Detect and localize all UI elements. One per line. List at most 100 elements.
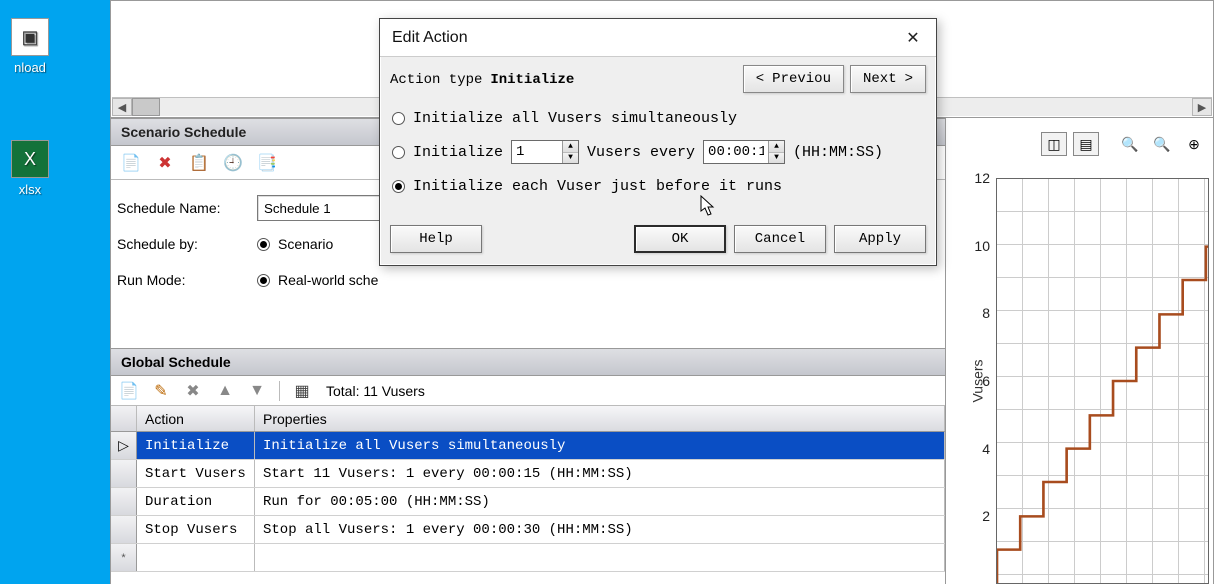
global-toolbar: 📄 ✎ ✖ ▲ ▼ ▦ Total: 11 Vusers [111, 376, 945, 406]
edit-action-dialog: Edit Action ✕ Action type Initialize < P… [379, 18, 937, 266]
edit-icon[interactable]: 📋 [185, 149, 213, 177]
desktop-icon-label: nload [0, 60, 60, 75]
next-label: Next [863, 71, 897, 87]
radio-label: Real-world sche [278, 272, 378, 288]
action-type-label: Action type [390, 72, 482, 88]
table-row[interactable]: Duration Run for 00:05:00 (HH:MM:SS) [111, 488, 945, 516]
chart-plot[interactable] [996, 178, 1209, 584]
apply-button[interactable]: Apply [834, 225, 926, 253]
vuser-count-input[interactable] [512, 141, 562, 163]
interval-time-input[interactable] [704, 141, 768, 163]
chart-type-icon[interactable]: ◫ [1041, 132, 1067, 156]
close-button[interactable]: ✕ [898, 25, 928, 51]
properties-cell: Run for 00:05:00 (HH:MM:SS) [255, 488, 945, 515]
spin-up-icon[interactable]: ▲ [769, 141, 784, 153]
edit-action-icon[interactable]: ✎ [147, 377, 175, 405]
desktop-icon-label: xlsx [0, 182, 60, 197]
spin-down-icon[interactable]: ▼ [563, 153, 578, 164]
chart-toolbar: ◫ ▤ 🔍 🔍 ⊕ [1041, 132, 1207, 156]
chart-y-tick: 4 [964, 441, 994, 457]
cancel-button[interactable]: Cancel [734, 225, 826, 253]
row-marker [111, 516, 137, 543]
file-icon: ▣ [11, 18, 49, 56]
copy-icon[interactable]: 📑 [253, 149, 281, 177]
move-up-icon[interactable]: ▲ [211, 377, 239, 405]
toolbar-separator [279, 381, 280, 401]
action-cell: Initialize [137, 432, 255, 459]
interval-time-stepper[interactable]: ▲ ▼ [703, 140, 785, 164]
properties-cell: Stop all Vusers: 1 every 00:00:30 (HH:MM… [255, 516, 945, 543]
chart-legend-icon[interactable]: ▤ [1073, 132, 1099, 156]
main-window: ◀ ▶ Scenario Schedule 📄 ✖ 📋 🕘 📑 Schedule… [110, 0, 1214, 584]
radio-unselected-icon [392, 146, 405, 159]
add-action-icon[interactable]: 📄 [115, 377, 143, 405]
action-column-header[interactable]: Action [137, 406, 255, 431]
delete-icon[interactable]: ✖ [151, 149, 179, 177]
option-init-count-mid: Vusers every [587, 144, 695, 161]
action-type-value: Initialize [490, 72, 574, 88]
radio-label: Scenario [278, 236, 333, 252]
previous-button[interactable]: < Previou [743, 65, 844, 93]
new-row-marker: * [111, 544, 137, 571]
spin-up-icon[interactable]: ▲ [563, 141, 578, 153]
chart-y-tick: 6 [964, 373, 994, 389]
apply-label: Apply [859, 231, 901, 247]
chevron-left-icon: < [756, 71, 764, 87]
option-init-all-label: Initialize all Vusers simultaneously [413, 110, 737, 127]
option-init-all-radio[interactable] [392, 112, 405, 125]
option-init-count-prefix: Initialize [413, 144, 503, 161]
delete-action-icon[interactable]: ✖ [179, 377, 207, 405]
table-row-new[interactable]: * [111, 544, 945, 572]
new-schedule-icon[interactable]: 📄 [117, 149, 145, 177]
radio-unselected-icon [392, 112, 405, 125]
actions-table-header: Action Properties [111, 406, 945, 432]
grid-icon[interactable]: ▦ [288, 377, 316, 405]
table-row[interactable]: ▷ Initialize Initialize all Vusers simul… [111, 432, 945, 460]
ok-button[interactable]: OK [634, 225, 726, 253]
next-button[interactable]: Next > [850, 65, 926, 93]
chart-panel: ◫ ▤ 🔍 🔍 ⊕ Vusers 12 10 8 6 4 2 [946, 118, 1214, 584]
run-mode-realworld-radio[interactable]: Real-world sche [257, 272, 378, 288]
chevron-right-icon: > [905, 71, 913, 87]
cancel-label: Cancel [755, 231, 805, 247]
desktop-icon[interactable]: ▣ nload [0, 18, 60, 75]
scroll-right-button[interactable]: ▶ [1192, 98, 1212, 116]
table-row[interactable]: Stop Vusers Stop all Vusers: 1 every 00:… [111, 516, 945, 544]
option-init-before-run-label: Initialize each Vuser just before it run… [413, 178, 782, 195]
global-schedule-title: Global Schedule [111, 348, 945, 376]
zoom-in-icon[interactable]: 🔍 [1117, 132, 1143, 156]
option-init-before-run-radio[interactable] [392, 180, 405, 193]
properties-cell: Start 11 Vusers: 1 every 00:00:15 (HH:MM… [255, 460, 945, 487]
scroll-thumb[interactable] [132, 98, 160, 116]
radio-selected-icon [257, 238, 270, 251]
dialog-titlebar[interactable]: Edit Action ✕ [380, 19, 936, 57]
chart-y-tick: 12 [964, 170, 994, 186]
desktop-icon[interactable]: X xlsx [0, 140, 60, 197]
chart-series [997, 213, 1208, 583]
schedule-by-scenario-radio[interactable]: Scenario [257, 236, 333, 252]
zoom-fit-icon[interactable]: ⊕ [1181, 132, 1207, 156]
properties-cell: Initialize all Vusers simultaneously [255, 432, 945, 459]
clock-icon[interactable]: 🕘 [219, 149, 247, 177]
total-vusers-label: Total: 11 Vusers [326, 383, 425, 399]
option-init-count-radio[interactable] [392, 146, 405, 159]
vuser-count-stepper[interactable]: ▲ ▼ [511, 140, 579, 164]
chart-y-tick: 10 [964, 238, 994, 254]
dialog-title: Edit Action [392, 29, 468, 47]
spin-down-icon[interactable]: ▼ [769, 153, 784, 164]
row-marker [111, 488, 137, 515]
row-marker [111, 460, 137, 487]
action-cell: Start Vusers [137, 460, 255, 487]
schedule-by-label: Schedule by: [117, 236, 257, 252]
row-marker: ▷ [111, 432, 137, 459]
scroll-left-button[interactable]: ◀ [112, 98, 132, 116]
move-down-icon[interactable]: ▼ [243, 377, 271, 405]
chart-area: Vusers 12 10 8 6 4 2 [986, 178, 1209, 584]
table-row[interactable]: Start Vusers Start 11 Vusers: 1 every 00… [111, 460, 945, 488]
zoom-out-icon[interactable]: 🔍 [1149, 132, 1175, 156]
help-button[interactable]: Help [390, 225, 482, 253]
radio-selected-icon [257, 274, 270, 287]
properties-column-header[interactable]: Properties [255, 406, 945, 431]
schedule-name-label: Schedule Name: [117, 200, 257, 216]
ok-label: OK [672, 231, 689, 247]
